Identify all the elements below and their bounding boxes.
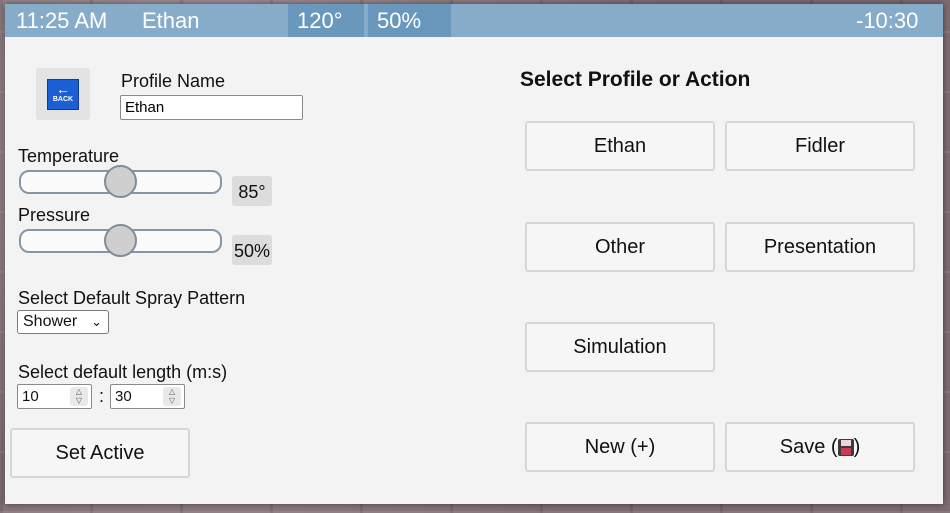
status-pressure: 50% [377, 8, 422, 33]
save-button[interactable]: Save () [725, 422, 915, 472]
profile-button-fidler[interactable]: Fidler [725, 121, 915, 171]
set-active-button[interactable]: Set Active [10, 428, 190, 478]
seconds-value: 30 [115, 388, 132, 405]
floppy-disk-icon [837, 438, 854, 456]
chevron-down-icon: ⌄ [91, 314, 102, 329]
save-label-suffix: ) [853, 435, 861, 458]
pressure-slider-handle[interactable] [104, 224, 137, 257]
pressure-slider[interactable] [19, 224, 222, 257]
temperature-slider[interactable] [19, 165, 222, 198]
minutes-spinbox[interactable]: 10 △ ▽ [17, 384, 92, 409]
profile-button-presentation[interactable]: Presentation [725, 222, 915, 272]
back-icon: ← BACK [47, 79, 79, 110]
length-separator: : [99, 386, 105, 406]
status-user: Ethan [142, 8, 200, 33]
profile-name-label: Profile Name [121, 71, 226, 91]
pressure-value: 50% [232, 235, 272, 265]
back-icon-label: BACK [52, 96, 74, 103]
temperature-value: 85° [232, 176, 272, 206]
status-time: 11:25 AM [16, 8, 108, 33]
profile-button-ethan[interactable]: Ethan [525, 121, 715, 171]
status-remaining-time: -10:30 [856, 8, 919, 33]
spray-pattern-select[interactable]: Shower ⌄ [17, 310, 109, 334]
spin-arrows-icon[interactable]: △ ▽ [70, 387, 88, 406]
temperature-slider-handle[interactable] [104, 165, 137, 198]
pressure-label: Pressure [18, 205, 91, 225]
spray-pattern-value: Shower [23, 313, 78, 330]
settings-panel: 11:25 AM Ethan 120° 50% -10:30 ← BACK Pr… [5, 4, 943, 504]
spin-arrows-icon[interactable]: △ ▽ [163, 387, 181, 406]
minutes-value: 10 [22, 388, 39, 405]
temperature-label: Temperature [18, 146, 120, 166]
spray-pattern-label: Select Default Spray Pattern [18, 288, 246, 308]
seconds-spinbox[interactable]: 30 △ ▽ [110, 384, 185, 409]
new-profile-button[interactable]: New (+) [525, 422, 715, 472]
save-label-prefix: Save ( [779, 435, 838, 458]
profile-name-input[interactable] [120, 95, 303, 120]
profile-button-simulation[interactable]: Simulation [525, 322, 715, 372]
select-profile-heading: Select Profile or Action [520, 68, 751, 91]
back-button[interactable]: ← BACK [36, 68, 90, 120]
status-bar: 11:25 AM Ethan 120° 50% -10:30 [5, 4, 943, 37]
status-temperature: 120° [297, 8, 343, 33]
default-length-label: Select default length (m:s) [18, 362, 228, 382]
profile-button-other[interactable]: Other [525, 222, 715, 272]
